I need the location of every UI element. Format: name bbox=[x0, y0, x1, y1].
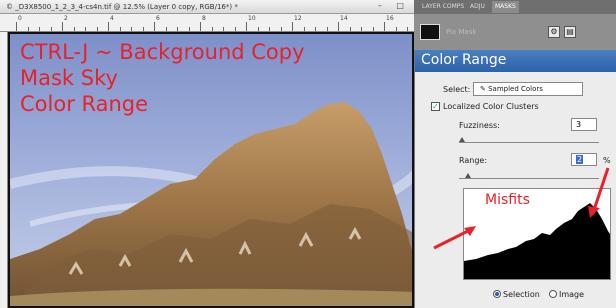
ruler-label: 8 bbox=[202, 15, 206, 22]
document-title-bar: © _D3X8500_1_2_3_4-cs4n.tif @ 12.5% (Lay… bbox=[0, 0, 414, 14]
dialog-title: Color Range bbox=[415, 50, 616, 72]
ruler-minor-tick bbox=[257, 27, 259, 31]
ruler-minor-tick bbox=[27, 27, 29, 31]
ruler-major-tick bbox=[108, 22, 109, 31]
radio-selection[interactable]: Selection bbox=[493, 290, 540, 299]
localized-clusters-label: Localized Color Clusters bbox=[443, 102, 539, 111]
ruler-major-tick bbox=[338, 22, 339, 31]
ruler-major-tick bbox=[154, 22, 155, 31]
range-slider-thumb[interactable] bbox=[465, 173, 471, 178]
select-label: Select: bbox=[443, 85, 471, 94]
ruler-minor-tick bbox=[131, 27, 132, 31]
range-input[interactable]: 2 bbox=[571, 153, 597, 166]
fuzziness-slider-track[interactable] bbox=[459, 142, 599, 143]
ruler-minor-tick bbox=[188, 27, 190, 31]
radio-image[interactable]: Image bbox=[549, 290, 584, 299]
ruler-minor-tick bbox=[96, 27, 98, 31]
image-canvas[interactable]: CTRL-J ~ Background Copy Mask Sky Color … bbox=[8, 32, 414, 308]
ruler-label: 12 bbox=[294, 15, 302, 22]
ruler-minor-tick bbox=[280, 27, 282, 31]
overlay-line-3: Color Range bbox=[20, 92, 149, 116]
ruler-minor-tick bbox=[349, 27, 351, 31]
horizontal-ruler: 0 2 4 6 8 10 12 14 16 bbox=[0, 14, 420, 32]
radio-selection-label: Selection bbox=[503, 290, 540, 299]
ruler-label: 2 bbox=[64, 15, 68, 22]
misfits-annotation: Misfits bbox=[485, 192, 530, 208]
ruler-minor-tick bbox=[177, 27, 178, 31]
ruler-major-tick bbox=[246, 22, 247, 31]
mask-thumbnail[interactable] bbox=[420, 24, 440, 40]
localized-clusters-checkbox[interactable]: ✓ bbox=[431, 102, 440, 111]
ruler-minor-tick bbox=[223, 27, 224, 31]
range-value: 2 bbox=[576, 155, 584, 164]
panel-tab-bar: LAYER COMPS ADJU MASKS bbox=[414, 0, 616, 14]
overlay-line-2: Mask Sky bbox=[20, 66, 118, 90]
ruler-minor-tick bbox=[395, 27, 397, 31]
ruler-minor-tick bbox=[39, 27, 40, 31]
vertical-ruler bbox=[0, 32, 8, 308]
window-buttons[interactable]: – □ bbox=[378, 1, 410, 10]
ruler-major-tick bbox=[62, 22, 63, 31]
mask-panel-button[interactable]: ▤ bbox=[564, 26, 576, 38]
range-slider-track[interactable] bbox=[459, 178, 599, 179]
ruler-label: 14 bbox=[340, 15, 348, 22]
radio-image-label: Image bbox=[559, 290, 585, 299]
ruler-minor-tick bbox=[119, 27, 121, 31]
tab-layer-comps[interactable]: LAYER COMPS bbox=[422, 3, 464, 10]
radio-image-dot[interactable] bbox=[549, 290, 557, 298]
ruler-label: 16 bbox=[386, 15, 394, 22]
ruler-label: 0 bbox=[18, 15, 22, 22]
tab-adjustments[interactable]: ADJU bbox=[470, 3, 485, 10]
document-title: © _D3X8500_1_2_3_4-cs4n.tif @ 12.5% (Lay… bbox=[6, 3, 238, 11]
color-range-dialog: Color Range Select: ✎ Sampled Colors ✓ L… bbox=[414, 50, 616, 308]
ruler-minor-tick bbox=[407, 27, 408, 31]
ruler-minor-tick bbox=[73, 27, 75, 31]
range-label: Range: bbox=[459, 156, 488, 165]
fuzziness-input[interactable]: 3 bbox=[571, 118, 597, 131]
ruler-minor-tick bbox=[315, 27, 316, 31]
ruler-minor-tick bbox=[142, 27, 144, 31]
select-dropdown[interactable]: ✎ Sampled Colors bbox=[473, 82, 583, 96]
fuzziness-label: Fuzziness: bbox=[459, 121, 500, 130]
ruler-major-tick bbox=[292, 22, 293, 31]
mask-strip-label: Pix Mask bbox=[446, 28, 477, 36]
ruler-label: 4 bbox=[110, 15, 114, 22]
mask-options-button[interactable]: ⚙ bbox=[548, 26, 560, 38]
ruler-major-tick bbox=[200, 22, 201, 31]
tab-masks[interactable]: MASKS bbox=[492, 1, 519, 13]
ruler-minor-tick bbox=[303, 27, 305, 31]
radio-selection-dot[interactable] bbox=[493, 290, 501, 298]
ruler-minor-tick bbox=[361, 27, 362, 31]
ruler-label: 6 bbox=[156, 15, 160, 22]
eyedropper-icon: ✎ bbox=[480, 85, 489, 93]
ruler-minor-tick bbox=[234, 27, 236, 31]
ruler-major-tick bbox=[384, 22, 385, 31]
overlay-line-1: CTRL-J ~ Background Copy bbox=[20, 40, 305, 64]
ruler-minor-tick bbox=[165, 27, 167, 31]
ruler-label: 10 bbox=[248, 15, 256, 22]
ruler-major-tick bbox=[16, 22, 17, 31]
fuzziness-slider-thumb[interactable] bbox=[459, 137, 465, 142]
ruler-minor-tick bbox=[211, 27, 213, 31]
ruler-minor-tick bbox=[50, 27, 52, 31]
ruler-minor-tick bbox=[85, 27, 86, 31]
select-value: Sampled Colors bbox=[488, 85, 543, 93]
range-unit: % bbox=[603, 156, 611, 165]
masks-panel-strip: Pix Mask ⚙ ▤ bbox=[414, 14, 616, 50]
ruler-minor-tick bbox=[326, 27, 328, 31]
ruler-minor-tick bbox=[269, 27, 270, 31]
ruler-minor-tick bbox=[372, 27, 374, 31]
